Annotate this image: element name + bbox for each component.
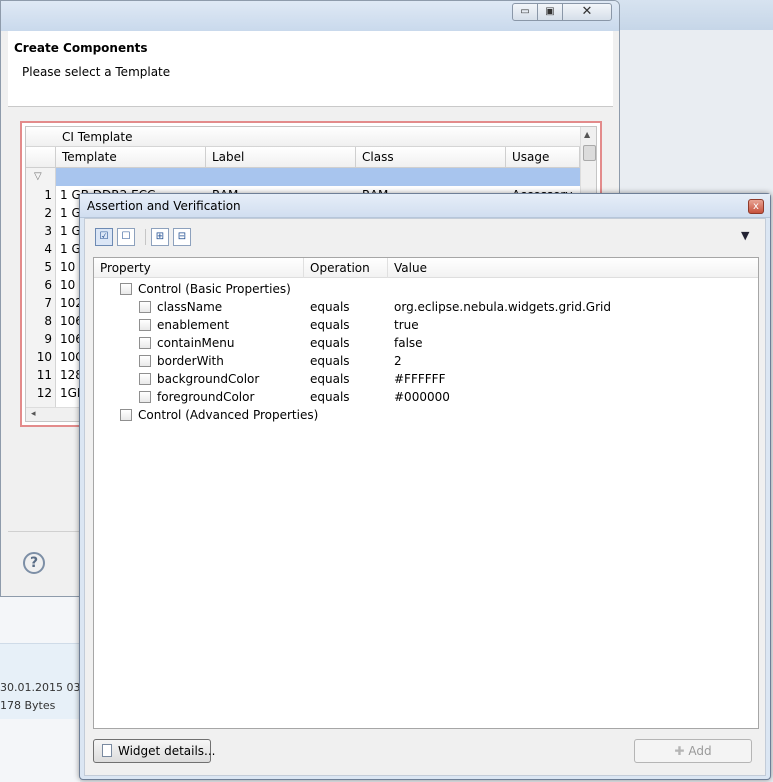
toolbar-separator (145, 229, 146, 245)
row-number-header (26, 147, 56, 168)
tree-group-advanced[interactable]: Control (Advanced Properties) (94, 406, 758, 424)
tree-item[interactable]: enablement equals true (94, 316, 758, 334)
grid-column-headers: Template Label Class Usage (26, 147, 580, 168)
row-number: 10 (36, 350, 52, 364)
item-value: org.eclipse.nebula.widgets.grid.Grid (394, 300, 611, 314)
property-tree-header: Property Operation Value (94, 258, 758, 278)
column-header-property[interactable]: Property (94, 258, 304, 278)
view-menu-icon[interactable]: ▼ (741, 229, 749, 242)
item-property: borderWith (157, 354, 224, 368)
item-operation: equals (310, 390, 350, 404)
row-template: 1 G (60, 206, 81, 220)
item-value: #FFFFFF (394, 372, 446, 386)
row-number: 8 (44, 314, 52, 328)
scroll-thumb[interactable] (583, 145, 596, 161)
wizard-header: Create Components Please select a Templa… (8, 31, 613, 107)
page-subtitle: Please select a Template (22, 65, 171, 79)
tree-item[interactable]: backgroundColor equals #FFFFFF (94, 370, 758, 388)
assertion-dialog-titlebar: Assertion and Verification x (80, 194, 770, 218)
item-checkbox[interactable] (139, 391, 151, 403)
row-number: 7 (44, 296, 52, 310)
background-file-size: 178 Bytes (0, 699, 56, 712)
dialog-close-button[interactable]: x (748, 199, 764, 214)
check-all-icon[interactable]: ☑ (95, 228, 113, 246)
row-number: 11 (36, 368, 52, 382)
row-number: 9 (44, 332, 52, 346)
filter-icon: ▽ (34, 171, 42, 182)
item-checkbox[interactable] (139, 319, 151, 331)
create-components-titlebar: ▭ ▣ ✕ (1, 1, 619, 31)
background-panel: 30.01.2015 03:39 178 Bytes (0, 596, 98, 782)
tree-item[interactable]: className equals org.eclipse.nebula.widg… (94, 298, 758, 316)
add-button[interactable]: ✚ Add (634, 739, 752, 763)
widget-details-button[interactable]: Widget details... (93, 739, 216, 763)
maximize-button[interactable]: ▣ (537, 3, 563, 21)
item-operation: equals (310, 318, 350, 332)
document-icon (102, 744, 112, 757)
expand-all-icon[interactable]: ⊞ (151, 228, 169, 246)
add-label: Add (688, 744, 712, 758)
column-header-operation[interactable]: Operation (304, 258, 388, 278)
row-template: 1 G (60, 242, 81, 256)
tree-item[interactable]: foregroundColor equals #000000 (94, 388, 758, 406)
row-number: 1 (44, 188, 52, 202)
uncheck-all-icon[interactable]: ☐ (117, 228, 135, 246)
page-title: Create Components (14, 41, 148, 55)
group-label: Control (Basic Properties) (138, 282, 291, 296)
item-property: enablement (157, 318, 230, 332)
help-icon[interactable]: ? (23, 552, 45, 574)
row-number: 6 (44, 278, 52, 292)
property-tree[interactable]: Property Operation Value Control (Basic … (93, 257, 759, 729)
item-operation: equals (310, 354, 350, 368)
item-checkbox[interactable] (139, 373, 151, 385)
item-checkbox[interactable] (139, 337, 151, 349)
filter-row[interactable] (56, 168, 580, 186)
item-property: foregroundColor (157, 390, 255, 404)
row-number: 12 (36, 386, 52, 400)
column-header-class[interactable]: Class (356, 147, 506, 168)
assertion-dialog-content: ☑ ☐ ⊞ ⊟ ▼ Property Operation Value Contr… (84, 218, 766, 776)
dialog-title: Assertion and Verification (87, 199, 241, 213)
group-checkbox[interactable] (120, 409, 132, 421)
scroll-up-icon[interactable]: ▲ (584, 130, 590, 139)
item-value: false (394, 336, 423, 350)
item-property: containMenu (157, 336, 235, 350)
column-header-usage[interactable]: Usage (506, 147, 580, 168)
group-checkbox[interactable] (120, 283, 132, 295)
item-property: backgroundColor (157, 372, 260, 386)
item-property: className (157, 300, 223, 314)
item-operation: equals (310, 372, 350, 386)
item-value: true (394, 318, 419, 332)
plus-icon: ✚ (674, 744, 685, 758)
tree-item[interactable]: containMenu equals false (94, 334, 758, 352)
column-header-value[interactable]: Value (388, 258, 758, 278)
item-value: 2 (394, 354, 402, 368)
group-label: Control (Advanced Properties) (138, 408, 319, 422)
item-checkbox[interactable] (139, 355, 151, 367)
row-number: 3 (44, 224, 52, 238)
group-header-label: CI Template (62, 130, 133, 144)
column-header-template[interactable]: Template (56, 147, 206, 168)
tree-group-basic[interactable]: Control (Basic Properties) (94, 280, 758, 298)
row-number: 4 (44, 242, 52, 256)
item-checkbox[interactable] (139, 301, 151, 313)
row-number: 5 (44, 260, 52, 274)
close-button[interactable]: ✕ (562, 3, 612, 21)
widget-details-label: Widget details... (118, 744, 216, 758)
item-value: #000000 (394, 390, 450, 404)
column-header-label[interactable]: Label (206, 147, 356, 168)
minimize-button[interactable]: ▭ (512, 3, 538, 21)
scroll-left-icon[interactable]: ◂ (31, 409, 36, 419)
row-number: 2 (44, 206, 52, 220)
item-operation: equals (310, 336, 350, 350)
assertion-dialog: Assertion and Verification x ☑ ☐ ⊞ ⊟ ▼ P… (79, 193, 771, 780)
item-operation: equals (310, 300, 350, 314)
tree-item[interactable]: borderWith equals 2 (94, 352, 758, 370)
row-template: 1 G (60, 224, 81, 238)
collapse-all-icon[interactable]: ⊟ (173, 228, 191, 246)
grid-group-header: CI Template (26, 127, 580, 147)
